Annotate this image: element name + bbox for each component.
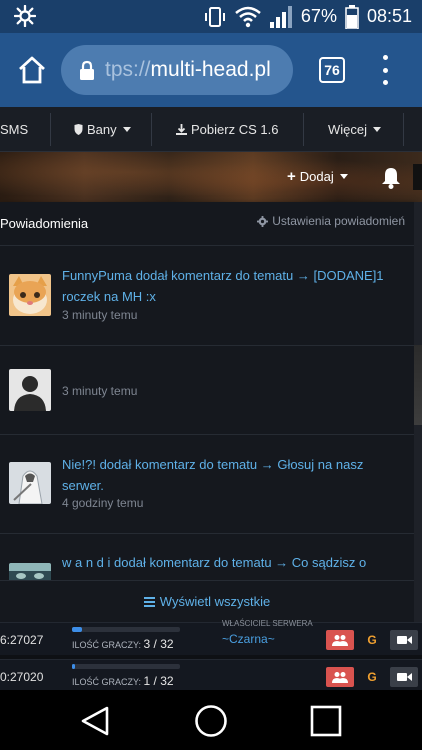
home-circle-icon[interactable] — [194, 704, 228, 738]
view-all-label: Wyświetl wszystkie — [159, 594, 271, 609]
avatar — [9, 563, 51, 580]
nav-item-label: Bany — [87, 122, 117, 137]
notifications-header: Powiadomienia Ustawienia powiadomień — [0, 202, 414, 246]
notification-settings-link[interactable]: Ustawienia powiadomień — [257, 214, 405, 228]
players-label: ILOŚĆ GRACZY: — [72, 640, 142, 650]
browser-toolbar: tps://multi-head.pl 76 — [0, 33, 422, 107]
bell-icon[interactable] — [381, 167, 401, 189]
video-camera-icon — [396, 636, 412, 644]
avatar — [9, 274, 51, 316]
vibrate-icon — [204, 6, 225, 27]
nav-item-label: SMS — [0, 122, 29, 137]
notification-time: 4 godziny temu — [62, 496, 144, 510]
status-bar: 67% 08:51 — [0, 0, 422, 33]
video-camera-icon — [396, 673, 412, 681]
notification-text[interactable]: Nie!?! dodał komentarz do tematu → Głosu… — [62, 454, 404, 496]
nav-divider — [151, 113, 152, 146]
gear-notification-icon — [14, 5, 36, 27]
users-icon — [332, 672, 348, 683]
server-row[interactable]: 0:27020 ILOŚĆ GRACZY: 1 / 32 G — [0, 659, 422, 692]
download-icon — [176, 124, 187, 135]
chevron-down-icon — [122, 127, 131, 132]
url-scheme: tps:// — [105, 58, 151, 81]
add-dropdown-button[interactable]: + Dodaj — [287, 168, 348, 185]
video-button[interactable] — [390, 667, 418, 687]
tab-switcher-button[interactable]: 76 — [319, 57, 345, 83]
video-button[interactable] — [390, 630, 418, 650]
avatar — [9, 369, 51, 411]
avatar — [9, 462, 51, 504]
users-icon — [332, 635, 348, 646]
gametracker-button[interactable]: G — [363, 667, 381, 687]
notification-item[interactable]: Nie!?! dodał komentarz do tematu → Głosu… — [0, 435, 414, 534]
back-icon[interactable] — [78, 704, 112, 738]
nav-item-more[interactable]: Więcej — [328, 107, 382, 152]
settings-label: Ustawienia powiadomień — [272, 214, 405, 228]
players-label: ILOŚĆ GRACZY: — [72, 677, 142, 687]
notifications-title: Powiadomienia — [0, 216, 89, 231]
header-banner: + Dodaj — [0, 152, 422, 202]
nav-item-sms[interactable]: SMS — [0, 107, 28, 152]
chevron-down-icon — [339, 174, 348, 179]
shield-icon — [74, 124, 83, 135]
user-menu-edge[interactable] — [413, 164, 422, 190]
lock-icon — [80, 60, 94, 80]
plus-icon: + — [287, 168, 296, 185]
list-icon — [143, 596, 155, 607]
notification-time: 3 minuty temu — [62, 384, 138, 398]
tab-count: 76 — [324, 62, 340, 78]
wifi-icon — [235, 6, 261, 27]
players-count: ILOŚĆ GRACZY: 1 / 32 — [72, 674, 174, 688]
nav-divider — [50, 113, 51, 146]
players-value: 3 / 32 — [143, 637, 174, 651]
players-progress-bar — [72, 627, 180, 632]
nav-divider — [303, 113, 304, 146]
nav-item-bany[interactable]: Bany — [74, 107, 131, 152]
signal-icon — [269, 5, 292, 28]
recent-apps-icon[interactable] — [309, 704, 343, 738]
url-host: multi-head.pl — [150, 58, 271, 81]
notification-text[interactable]: FunnyPuma dodał komentarz do tematu → [D… — [62, 265, 404, 307]
system-navigation-bar — [0, 690, 422, 750]
battery-icon — [345, 4, 359, 29]
overflow-menu-icon[interactable] — [380, 55, 390, 85]
home-icon[interactable] — [17, 55, 47, 85]
chevron-down-icon — [373, 127, 382, 132]
notification-text[interactable]: w a n d i dodał komentarz do tematu → Co… — [62, 552, 404, 573]
owner-label: WŁAŚCICIEL SERWERA — [222, 619, 313, 628]
nav-item-label: Więcej — [328, 122, 368, 137]
players-list-button[interactable] — [326, 630, 354, 650]
url-text: tps://multi-head.pl — [105, 58, 271, 82]
notifications-dropdown: Powiadomienia Ustawienia powiadomień Fun… — [0, 202, 414, 622]
site-navigation: SMS Bany Pobierz CS 1.6 Więcej — [0, 107, 422, 152]
server-owner[interactable]: ~Czarna~ — [222, 632, 275, 646]
clock: 08:51 — [366, 6, 412, 26]
server-row[interactable]: 6:27027 ILOŚĆ GRACZY: 3 / 32 WŁAŚCICIEL … — [0, 619, 422, 655]
view-all-notifications-link[interactable]: Wyświetl wszystkie — [0, 580, 414, 622]
server-address[interactable]: 0:27020 — [0, 670, 43, 684]
gear-icon — [257, 215, 269, 227]
add-label: Dodaj — [299, 169, 334, 184]
notification-item[interactable]: 3 minuty temu — [0, 346, 414, 435]
players-progress-fill — [72, 664, 75, 669]
nav-item-download-cs[interactable]: Pobierz CS 1.6 — [176, 107, 278, 152]
nav-divider — [403, 113, 404, 146]
notification-time: 3 minuty temu — [62, 308, 138, 322]
players-list-button[interactable] — [326, 667, 354, 687]
players-count: ILOŚĆ GRACZY: 3 / 32 — [72, 637, 174, 651]
notification-item[interactable]: FunnyPuma dodał komentarz do tematu → [D… — [0, 247, 414, 346]
page-content-image-edge — [414, 345, 422, 425]
url-bar[interactable]: tps://multi-head.pl — [61, 45, 293, 95]
players-progress-bar — [72, 664, 180, 669]
server-address[interactable]: 6:27027 — [0, 633, 43, 647]
players-value: 1 / 32 — [143, 674, 174, 688]
notification-item[interactable]: w a n d i dodał komentarz do tematu → Co… — [0, 534, 414, 580]
gametracker-button[interactable]: G — [363, 630, 381, 650]
nav-item-label: Pobierz CS 1.6 — [191, 122, 279, 137]
battery-percent: 67% — [300, 6, 337, 26]
players-progress-fill — [72, 627, 82, 632]
